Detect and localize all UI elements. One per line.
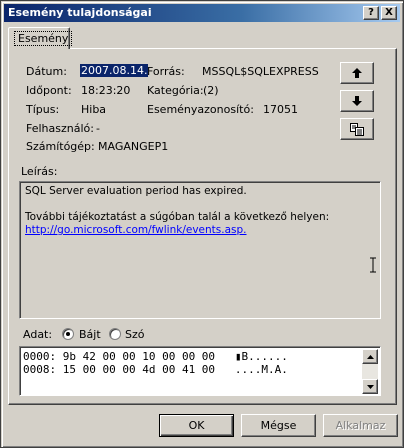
tab-event-label: Esemény <box>14 31 73 46</box>
close-button[interactable]: X <box>381 6 397 20</box>
properties-window: Esemény tulajdonságai ? X Esemény Dátum:… <box>0 0 404 448</box>
help-button[interactable]: ? <box>363 6 379 20</box>
title-bar: Esemény tulajdonságai ? X <box>4 4 400 22</box>
window-title: Esemény tulajdonságai <box>8 6 152 19</box>
ok-button[interactable]: OK <box>159 414 234 437</box>
cancel-button[interactable]: Mégse <box>241 414 316 437</box>
apply-button[interactable]: Alkalmaz <box>323 414 398 437</box>
tab-panel <box>8 48 397 405</box>
tab-event[interactable]: Esemény <box>8 27 73 49</box>
